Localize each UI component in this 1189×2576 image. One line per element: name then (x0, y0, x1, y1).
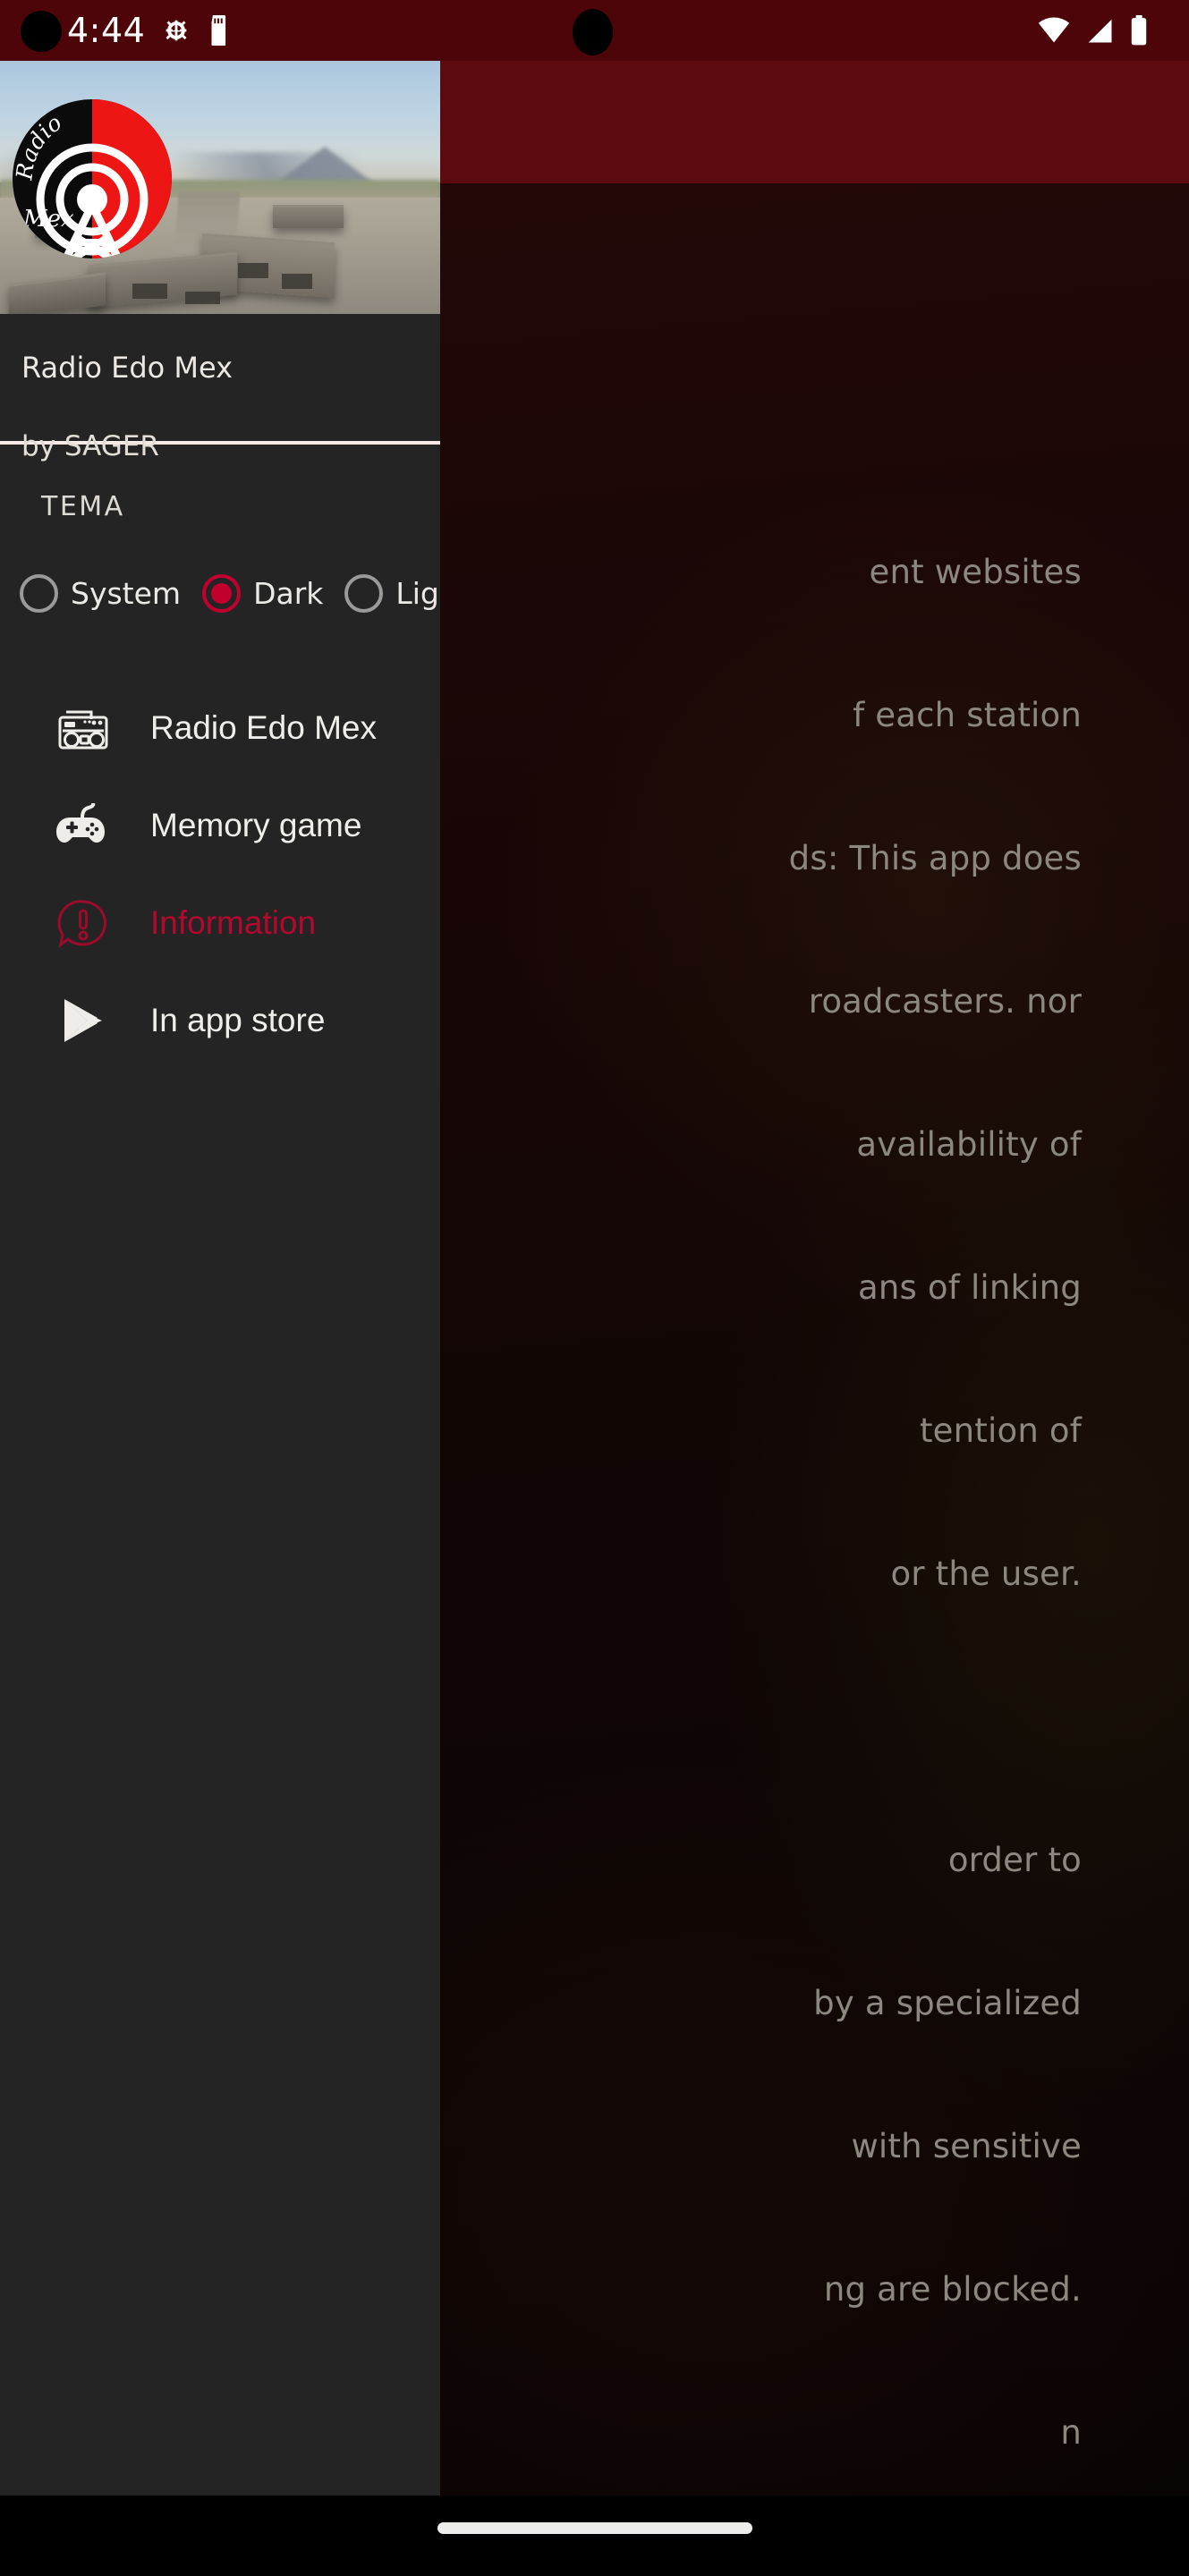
drawer-menu-list: Radio Edo Mex Memory game Information In… (0, 679, 440, 1069)
theme-option-light-label: Light (395, 576, 440, 611)
pyramid-chamber (184, 291, 220, 304)
menu-item-memory-game[interactable]: Memory game (0, 776, 440, 874)
logo-radio-tower-icon: Radio Mex (13, 109, 149, 258)
radio-dot-selected (211, 583, 233, 604)
sd-card-icon (211, 15, 226, 46)
menu-item-in-app-store[interactable]: In app store (0, 971, 440, 1069)
gamepad-icon (55, 802, 111, 848)
theme-option-dark-label: Dark (253, 576, 324, 611)
cellular-signal-icon (1084, 17, 1112, 44)
drawer-header-image: Radio Mex (0, 61, 440, 314)
navigation-drawer[interactable]: Radio Mex Radio Edo Mex by SAGER TEMA Sy… (0, 61, 440, 2496)
drawer-app-title: Radio Edo Mex (21, 351, 234, 385)
theme-section: TEMA System Dark Light (0, 445, 440, 613)
status-bar-clock: 4:44 (67, 11, 146, 50)
info-speech-bubble-icon (55, 898, 111, 948)
status-bar-right (1038, 15, 1149, 46)
radio-circle-light[interactable] (344, 574, 384, 613)
theme-option-system[interactable]: System (20, 574, 181, 613)
pyramid-chamber (237, 263, 269, 279)
wifi-icon (1038, 17, 1070, 43)
menu-item-radio-edo-mex-label: Radio Edo Mex (150, 708, 377, 746)
svg-text:Radio: Radio (13, 109, 66, 182)
menu-item-in-app-store-label: In app store (150, 1001, 326, 1038)
status-bar: 4:44 (0, 0, 1189, 61)
status-bar-left: 4:44 (67, 11, 231, 50)
app-logo: Radio Mex (13, 99, 172, 258)
logo-mex-word: Mex (22, 206, 74, 233)
radio-circle-system[interactable] (20, 574, 58, 613)
distant-pyramid (273, 205, 344, 228)
camera-cutout (21, 11, 62, 52)
camera-cutout-secondary (573, 9, 613, 55)
menu-item-memory-game-label: Memory game (150, 806, 362, 843)
radio-circle-dark[interactable] (202, 574, 242, 613)
system-navigation-bar (0, 2496, 1189, 2576)
android-debug-icon (166, 20, 187, 41)
google-play-icon (55, 995, 111, 1046)
theme-radio-group[interactable]: System Dark Light (20, 574, 440, 613)
pyramid-chamber (281, 273, 313, 289)
drawer-title-block: Radio Edo Mex by SAGER (0, 314, 440, 462)
theme-option-system-label: System (71, 576, 182, 611)
theme-section-label: TEMA (41, 491, 125, 522)
home-gesture-pill[interactable] (437, 2522, 752, 2534)
menu-item-information-label: Information (150, 903, 317, 941)
menu-item-information[interactable]: Information (0, 874, 440, 971)
theme-option-dark[interactable]: Dark (202, 574, 323, 613)
radio-icon (55, 705, 111, 751)
theme-option-light[interactable]: Light (344, 574, 440, 613)
logo-radio-word: Radio (13, 109, 66, 182)
pyramid-chamber (132, 284, 167, 299)
menu-item-radio-edo-mex[interactable]: Radio Edo Mex (0, 679, 440, 776)
phone-screen: ent websites f each station ds: This app… (0, 0, 1189, 2576)
battery-icon (1131, 15, 1147, 46)
